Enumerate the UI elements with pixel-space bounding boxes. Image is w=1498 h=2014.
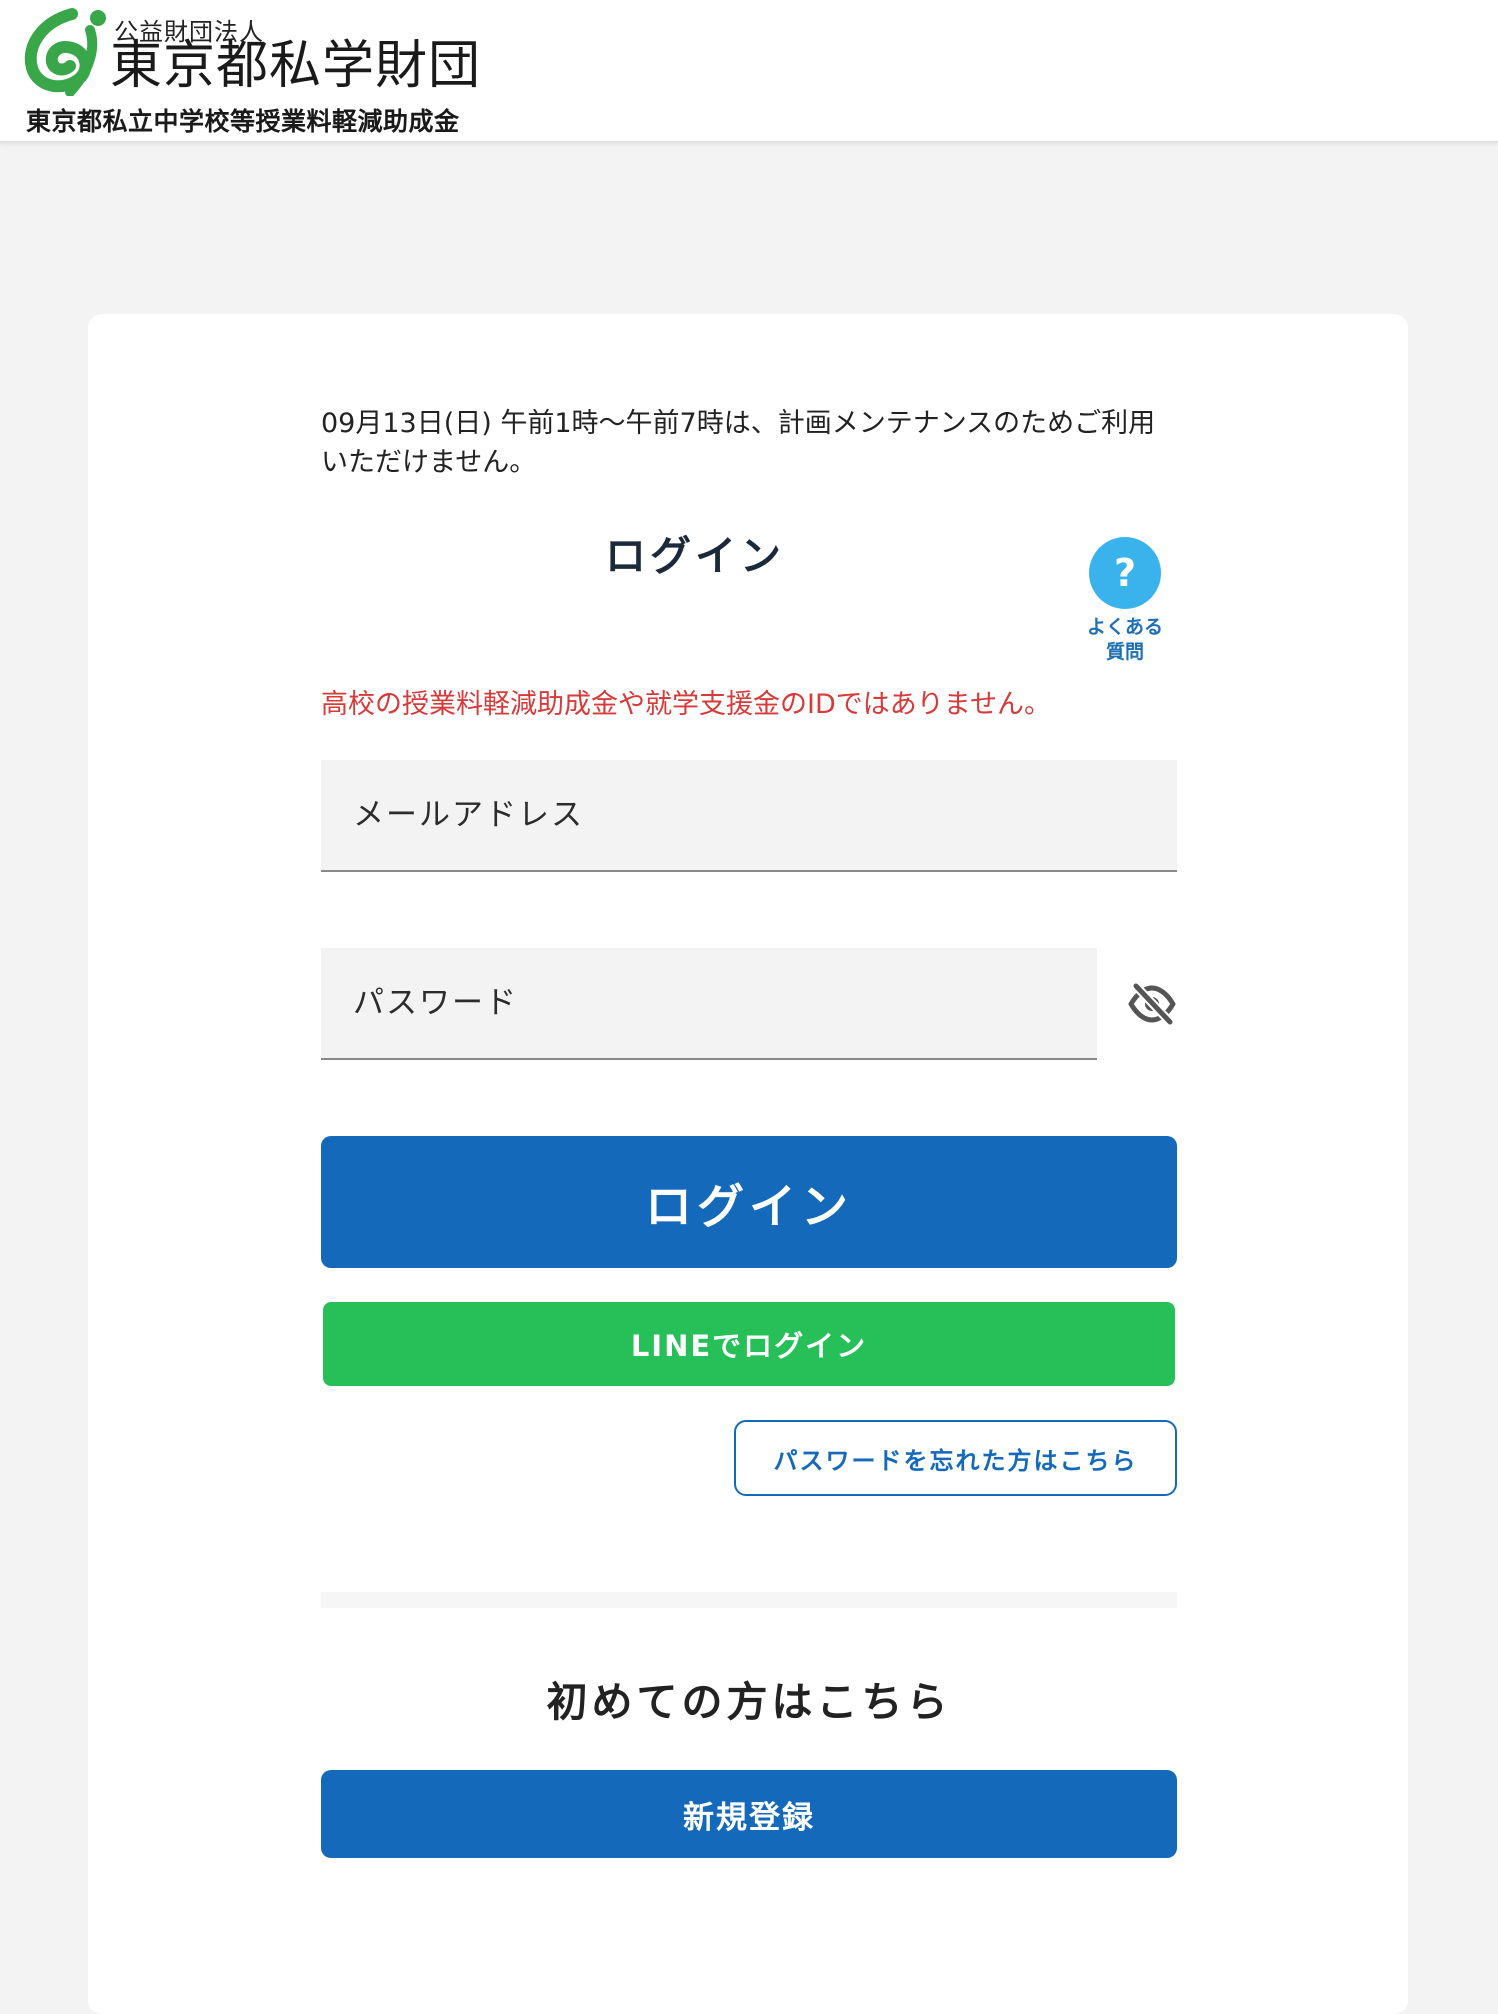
maintenance-notice: 09月13日(日) 午前1時〜午前7時は、計画メンテナンスのためご利用いただけま… [321, 408, 1156, 478]
faq-label-line1: よくある [1086, 616, 1163, 638]
forgot-password-button[interactable]: パスワードを忘れた方はこちら [734, 1420, 1177, 1496]
eye-slash-icon[interactable] [1128, 982, 1176, 1026]
faq-link[interactable]: ? よくある 質問 [1080, 537, 1170, 665]
foundation-logo-icon [24, 8, 106, 96]
first-time-heading: 初めての方はこちら [546, 1678, 952, 1726]
login-button[interactable]: ログイン [321, 1136, 1177, 1268]
faq-label-line2: 質問 [1105, 641, 1144, 663]
email-input[interactable] [321, 760, 1177, 870]
line-login-button[interactable]: LINEでログイン [323, 1302, 1175, 1386]
program-title: 東京都私立中学校等授業料軽減助成金 [26, 107, 460, 136]
faq-label: よくある 質問 [1080, 615, 1170, 665]
id-warning-text: 高校の授業料軽減助成金や就学支援金のIDではありません。 [321, 689, 1051, 720]
site-header: 公益財団法人 東京都私学財団 東京都私立中学校等授業料軽減助成金 [0, 0, 1498, 143]
email-field-wrapper [321, 760, 1177, 872]
org-name: 東京都私学財団 [110, 36, 482, 96]
section-divider [321, 1592, 1177, 1608]
question-mark-icon: ? [1089, 537, 1161, 609]
password-input[interactable] [321, 948, 1097, 1058]
password-field-wrapper [321, 948, 1097, 1060]
register-button[interactable]: 新規登録 [321, 1770, 1177, 1858]
login-heading: ログイン [605, 532, 785, 580]
